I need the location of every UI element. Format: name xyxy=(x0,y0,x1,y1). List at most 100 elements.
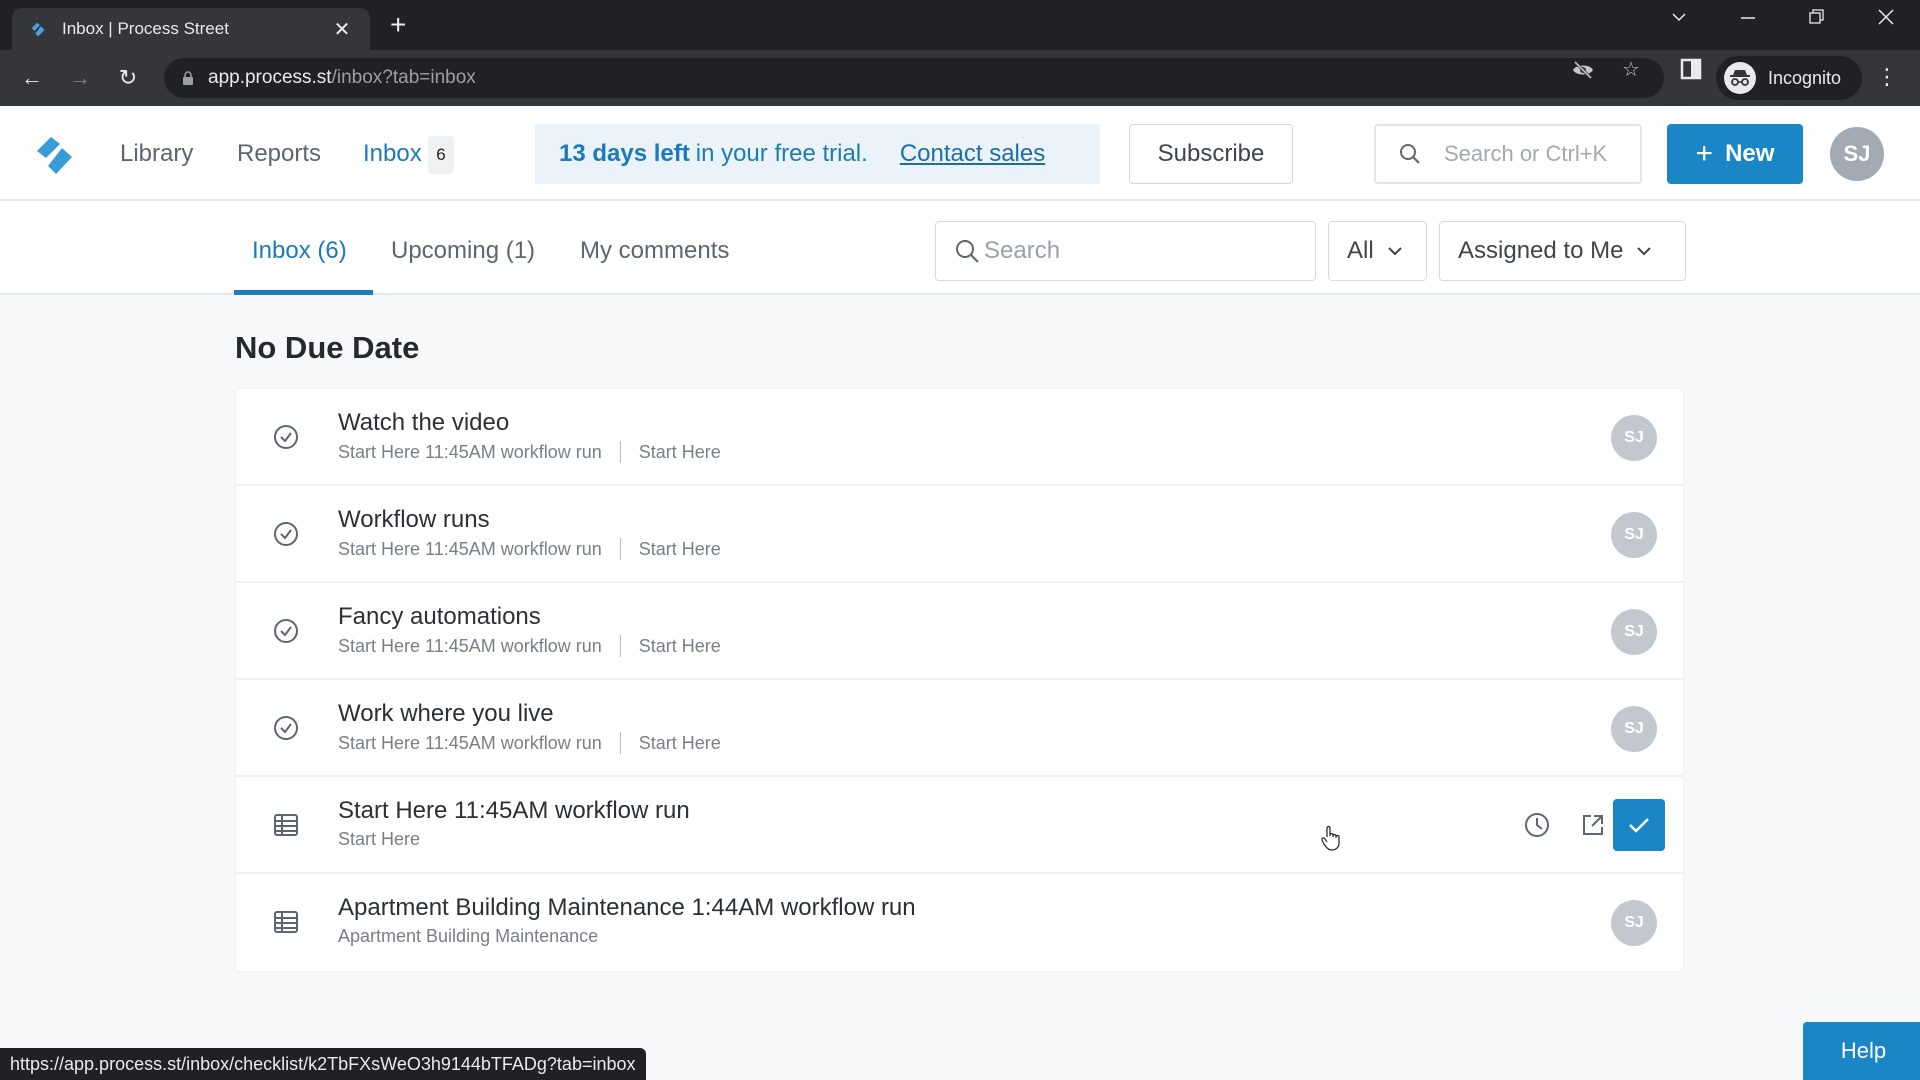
divider xyxy=(619,732,621,754)
tab-inbox[interactable]: Inbox (6) xyxy=(252,237,347,265)
tab-title: Inbox | Process Street xyxy=(62,19,229,38)
checkmark-icon xyxy=(1629,818,1649,833)
inbox-toolbar: Inbox (6) Upcoming (1) My comments Searc… xyxy=(0,201,1920,295)
assignee-avatar[interactable]: SJ xyxy=(1611,900,1657,946)
item-subtitle: Start Here 11:45AM workflow run Start Her… xyxy=(338,538,721,560)
chevron-down-icon xyxy=(1637,247,1652,256)
bookmark-star-icon[interactable]: ☆ xyxy=(1616,58,1646,82)
assignee-avatar[interactable]: SJ xyxy=(1611,706,1657,752)
item-workflow-name: Start Here xyxy=(338,829,421,849)
item-run-name: Start Here 11:45AM workflow run xyxy=(338,441,602,462)
global-search-input[interactable]: Search or Ctrl+K xyxy=(1374,124,1642,184)
assignee-avatar[interactable]: SJ xyxy=(1611,609,1657,655)
snooze-clock-icon[interactable] xyxy=(1519,807,1555,843)
item-subtitle: Apartment Building Maintenance xyxy=(338,926,598,947)
list-item[interactable]: Fancy automations Start Here 11:45AM wor… xyxy=(236,583,1683,680)
item-title: Start Here 11:45AM workflow run xyxy=(338,797,690,824)
trial-text: in your free trial. xyxy=(695,140,868,167)
incognito-icon xyxy=(1724,62,1756,94)
type-filter-dropdown[interactable]: All xyxy=(1328,221,1427,281)
open-external-icon[interactable] xyxy=(1575,807,1611,843)
forward-icon[interactable]: → xyxy=(64,62,96,94)
subscribe-button[interactable]: Subscribe xyxy=(1129,124,1293,184)
item-workflow-name: Apartment Building Maintenance xyxy=(338,926,599,946)
app-header: Library Reports Inbox 6 13 days left in … xyxy=(0,106,1920,201)
user-avatar[interactable]: SJ xyxy=(1830,127,1884,181)
inbox-search-input[interactable]: Search xyxy=(935,221,1316,281)
tab-search-chevron-icon[interactable] xyxy=(1664,8,1694,31)
item-run-name: Start Here 11:45AM workflow run xyxy=(338,635,602,656)
inbox-list: Watch the video Start Here 11:45AM workf… xyxy=(235,388,1684,972)
plus-icon: + xyxy=(1695,137,1714,170)
browser-tab-strip: Inbox | Process Street ✕ + xyxy=(0,0,1920,50)
back-icon[interactable]: ← xyxy=(16,62,48,94)
tab-upcoming[interactable]: Upcoming (1) xyxy=(391,237,535,265)
type-filter-value: All xyxy=(1347,237,1374,264)
help-button[interactable]: Help xyxy=(1803,1022,1920,1080)
process-street-logo-icon[interactable] xyxy=(34,130,84,180)
complete-button[interactable] xyxy=(1613,799,1665,851)
close-tab-icon[interactable]: ✕ xyxy=(330,17,354,42)
minimize-icon[interactable] xyxy=(1733,8,1763,31)
task-check-circle-icon xyxy=(274,425,298,449)
task-check-circle-icon xyxy=(274,522,298,546)
item-run-name: Start Here 11:45AM workflow run xyxy=(338,538,602,559)
search-icon xyxy=(956,240,979,263)
close-window-icon[interactable] xyxy=(1871,8,1901,31)
assignee-filter-dropdown[interactable]: Assigned to Me xyxy=(1439,221,1686,281)
assignee-filter-value: Assigned to Me xyxy=(1458,237,1624,264)
item-subtitle: Start Here xyxy=(338,829,420,850)
incognito-label: Incognito xyxy=(1768,67,1842,88)
task-check-circle-icon xyxy=(274,619,298,643)
nav-inbox[interactable]: Inbox xyxy=(363,140,422,168)
nav-reports[interactable]: Reports xyxy=(237,140,321,168)
list-item[interactable]: Work where you live Start Here 11:45AM w… xyxy=(236,680,1683,777)
browser-toolbar: ← → ↻ app.process.st/inbox?tab=inbox ☆ I… xyxy=(0,50,1920,106)
item-workflow-name: Start Here xyxy=(638,441,721,462)
active-tab-indicator xyxy=(234,290,373,295)
list-item[interactable]: Workflow runs Start Here 11:45AM workflo… xyxy=(236,486,1683,583)
process-street-favicon-icon xyxy=(31,22,45,37)
list-item[interactable]: Watch the video Start Here 11:45AM workf… xyxy=(236,389,1683,486)
workflow-run-table-icon xyxy=(274,814,298,836)
assignee-avatar[interactable]: SJ xyxy=(1611,512,1657,558)
section-title: No Due Date xyxy=(235,330,420,365)
assignee-avatar[interactable]: SJ xyxy=(1611,415,1657,461)
item-title: Apartment Building Maintenance 1:44AM wo… xyxy=(338,894,916,921)
reload-icon[interactable]: ↻ xyxy=(112,62,144,94)
address-bar[interactable]: app.process.st/inbox?tab=inbox xyxy=(164,58,1664,98)
list-item[interactable]: Start Here 11:45AM workflow run Start He… xyxy=(236,777,1683,874)
inbox-count-badge: 6 xyxy=(428,136,454,174)
list-item[interactable]: Apartment Building Maintenance 1:44AM wo… xyxy=(236,874,1683,971)
tracking-protection-eye-off-icon[interactable] xyxy=(1568,58,1598,88)
global-search-placeholder: Search or Ctrl+K xyxy=(1444,141,1608,166)
chevron-down-icon xyxy=(1387,247,1402,256)
item-title: Workflow runs xyxy=(338,506,490,533)
divider xyxy=(619,441,621,463)
inbox-search-placeholder: Search xyxy=(984,237,1061,264)
nav-library[interactable]: Library xyxy=(120,140,193,168)
restore-icon[interactable] xyxy=(1801,8,1831,31)
incognito-profile-button[interactable]: Incognito xyxy=(1716,56,1862,100)
browser-menu-icon[interactable]: ⋮ xyxy=(1876,64,1898,90)
divider xyxy=(619,538,621,560)
side-panel-icon[interactable] xyxy=(1676,58,1706,86)
divider xyxy=(619,635,621,657)
browser-tab[interactable]: Inbox | Process Street ✕ xyxy=(12,8,370,50)
item-run-name: Start Here 11:45AM workflow run xyxy=(338,732,602,753)
hand-pointer-cursor-icon xyxy=(1321,825,1340,851)
item-title: Work where you live xyxy=(338,700,554,727)
item-workflow-name: Start Here xyxy=(638,635,721,656)
tab-my-comments[interactable]: My comments xyxy=(580,237,729,265)
item-subtitle: Start Here 11:45AM workflow run Start Her… xyxy=(338,635,721,657)
trial-days-left: 13 days left xyxy=(559,140,690,167)
new-tab-icon[interactable]: + xyxy=(390,10,406,40)
url-host: app.process.st xyxy=(208,67,332,88)
status-bar-url: https://app.process.st/inbox/checklist/k… xyxy=(0,1048,646,1080)
task-check-circle-icon xyxy=(274,716,298,740)
contact-sales-link[interactable]: Contact sales xyxy=(900,140,1045,168)
search-icon xyxy=(1400,144,1420,164)
trial-banner: 13 days left in your free trial. Contact… xyxy=(535,124,1100,184)
new-button[interactable]: + New xyxy=(1667,124,1803,184)
workflow-run-table-icon xyxy=(274,911,298,933)
